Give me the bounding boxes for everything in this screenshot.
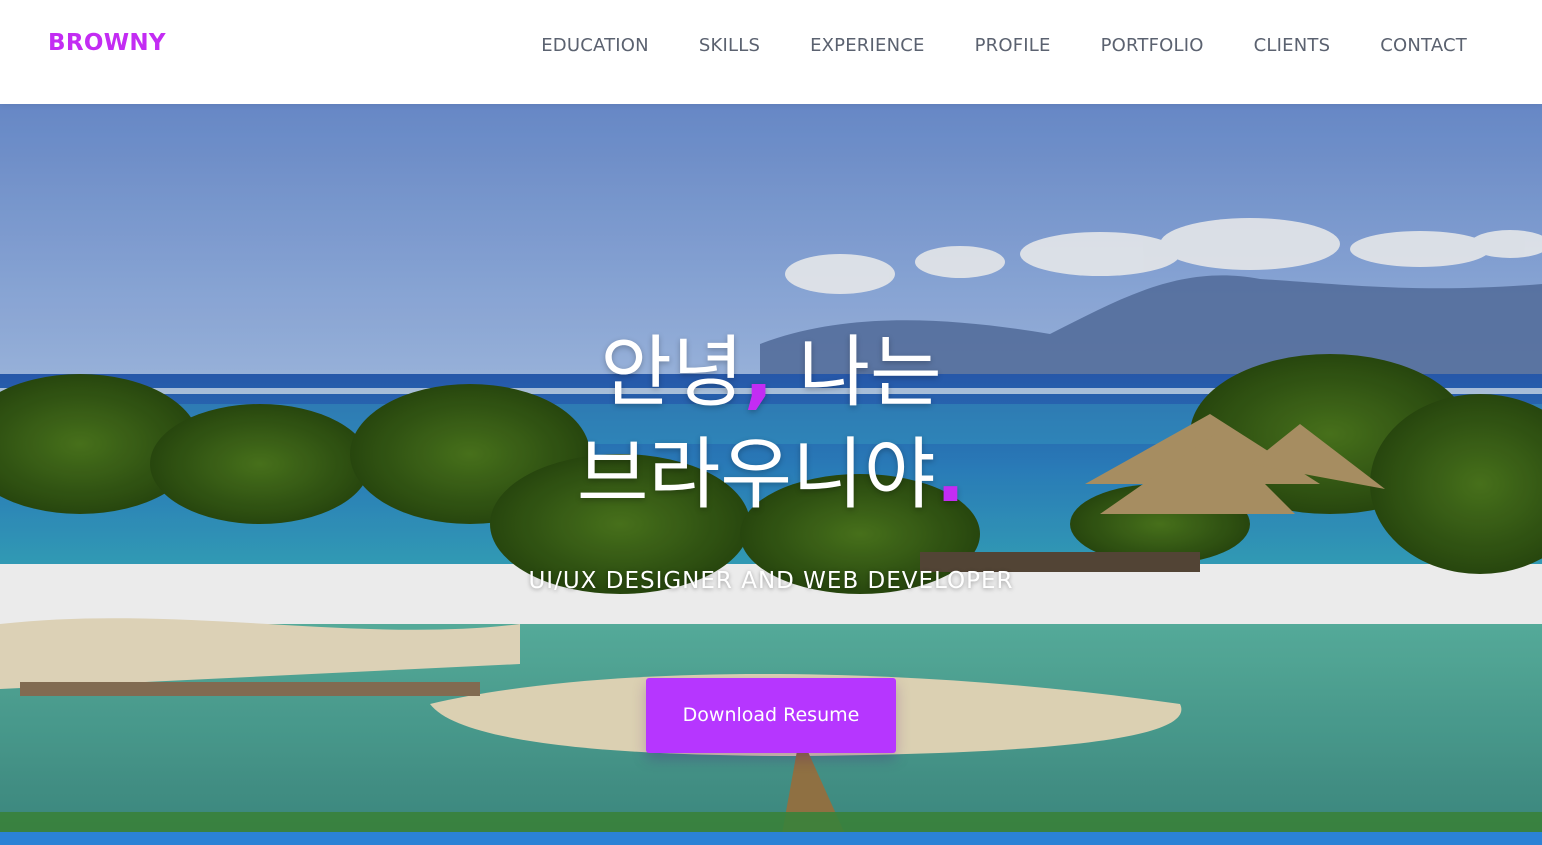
nav-link-portfolio[interactable]: PORTFOLIO xyxy=(1101,35,1204,56)
brand-logo[interactable]: BROWNY xyxy=(48,30,166,56)
nav-item-skills: SKILLS xyxy=(699,35,760,56)
greeting-comma: , xyxy=(743,328,774,418)
greeting-line1-a: 안녕 xyxy=(600,328,744,418)
nav-link-skills[interactable]: SKILLS xyxy=(699,35,760,56)
nav-link-education[interactable]: EDUCATION xyxy=(541,35,649,56)
nav-item-experience: EXPERIENCE xyxy=(810,35,925,56)
nav-link-profile[interactable]: PROFILE xyxy=(975,35,1051,56)
nav-link-clients[interactable]: CLIENTS xyxy=(1254,35,1331,56)
nav-menu: EDUCATION SKILLS EXPERIENCE PROFILE PORT… xyxy=(541,35,1467,56)
greeting-line1-b: 나는 xyxy=(773,328,942,418)
top-navbar: BROWNY EDUCATION SKILLS EXPERIENCE PROFI… xyxy=(0,0,1542,104)
greeting-dot: . xyxy=(935,430,966,520)
nav-link-experience[interactable]: EXPERIENCE xyxy=(810,35,925,56)
download-resume-button[interactable]: Download Resume xyxy=(646,678,896,753)
nav-item-portfolio: PORTFOLIO xyxy=(1101,35,1204,56)
nav-item-profile: PROFILE xyxy=(975,35,1051,56)
greeting-line2: 브라우니야 xyxy=(576,430,936,520)
hero-greeting: 안녕, 나는 브라우니야. xyxy=(0,322,1542,526)
nav-item-education: EDUCATION xyxy=(541,35,649,56)
nav-item-contact: CONTACT xyxy=(1380,35,1467,56)
hero-content: 안녕, 나는 브라우니야. UI/UX DESIGNER AND WEB DEV… xyxy=(0,322,1542,753)
nav-link-contact[interactable]: CONTACT xyxy=(1380,35,1467,56)
hero-subtitle: UI/UX DESIGNER AND WEB DEVELOPER xyxy=(528,568,1014,594)
hero-section: 안녕, 나는 브라우니야. UI/UX DESIGNER AND WEB DEV… xyxy=(0,104,1542,845)
nav-item-clients: CLIENTS xyxy=(1254,35,1331,56)
